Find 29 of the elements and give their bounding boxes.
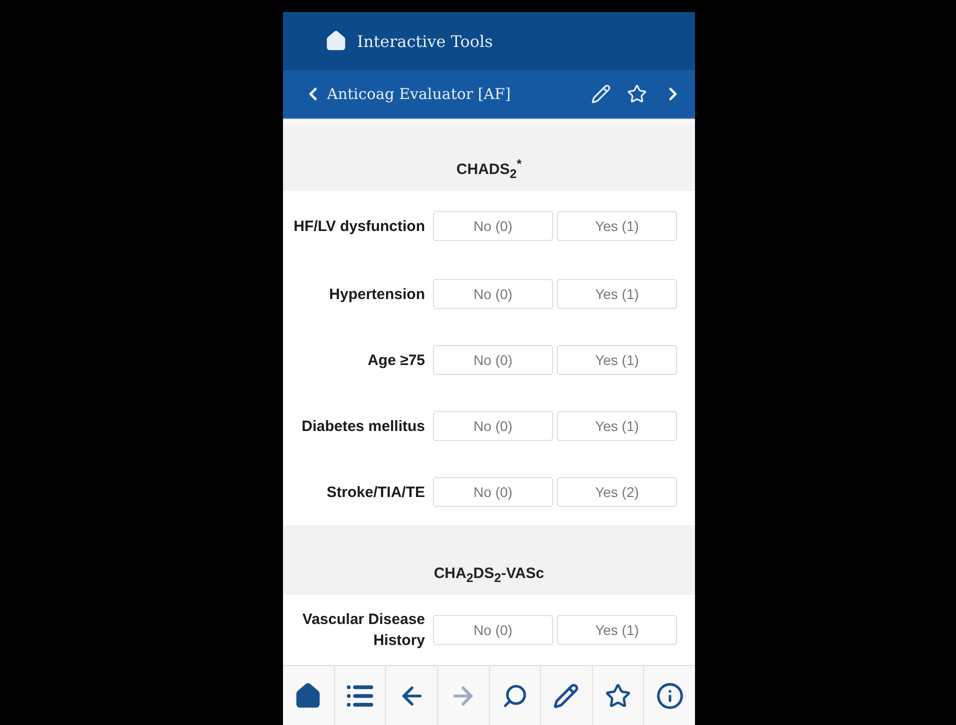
home-icon	[294, 682, 322, 710]
choice-button[interactable]: Yes (1)	[557, 211, 677, 241]
app-title: Interactive Tools	[357, 32, 493, 50]
star-icon[interactable]	[627, 84, 647, 104]
star-icon	[605, 683, 632, 709]
info-icon	[656, 682, 684, 710]
choice-button[interactable]: No (0)	[433, 615, 553, 645]
section-title: CHA$_{2}$DS$_{2}$-VASc	[434, 565, 544, 585]
row-label: Hypertension	[328, 284, 426, 304]
choice-button[interactable]: No (0)	[433, 345, 553, 375]
choice-button[interactable]: No (0)	[433, 279, 553, 309]
page-title: Anticoag Evaluator [AF]	[327, 85, 512, 103]
choice-button[interactable]: Yes (2)	[557, 477, 677, 507]
choice-button[interactable]: Yes (1)	[557, 411, 677, 441]
row-label: Diabetes mellitus	[300, 416, 426, 436]
row-label: Age ≥75	[366, 350, 426, 370]
row-label: HF/LV dysfunction	[292, 216, 426, 236]
choice-button[interactable]: Yes (1)	[557, 615, 677, 645]
search-icon	[502, 683, 528, 709]
choice-button[interactable]: No (0)	[433, 211, 553, 241]
choice-button[interactable]: No (0)	[433, 411, 553, 441]
row-label: Stroke/TIA/TE	[326, 482, 426, 502]
pencil-icon	[553, 683, 580, 709]
row-label: Vascular Disease History	[301, 610, 426, 651]
choice-button[interactable]: Yes (1)	[557, 345, 677, 375]
pencil-icon[interactable]	[591, 84, 611, 104]
choice-button[interactable]: Yes (1)	[557, 279, 677, 309]
home-icon[interactable]	[325, 30, 347, 52]
choice-button[interactable]: No (0)	[433, 477, 553, 507]
